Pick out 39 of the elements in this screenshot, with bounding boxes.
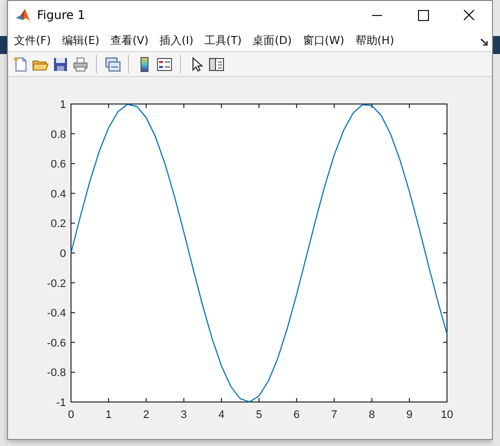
menu-item[interactable]: 帮助(H) xyxy=(355,32,394,48)
menu-item[interactable]: 工具(T) xyxy=(204,32,242,48)
y-tick-label: -0.6 xyxy=(47,337,66,350)
menu-item[interactable]: 查看(V) xyxy=(110,32,149,48)
menu-item[interactable]: 插入(I) xyxy=(160,32,194,48)
y-tick-label: -1 xyxy=(56,397,66,409)
menu-item[interactable]: 桌面(D) xyxy=(252,32,292,48)
app-logo-icon xyxy=(15,7,31,23)
y-tick-label: 0.4 xyxy=(50,188,66,200)
x-tick-label: 6 xyxy=(294,409,300,421)
property-panel-icon[interactable] xyxy=(208,56,225,72)
x-tick-label: 3 xyxy=(180,409,187,421)
x-tick-label: 2 xyxy=(143,409,150,421)
y-tick-label: 0.6 xyxy=(50,158,66,171)
dock-arrow-icon[interactable] xyxy=(480,38,488,46)
y-tick-label: 0.8 xyxy=(50,128,66,141)
menu-item[interactable]: 编辑(E) xyxy=(62,32,100,48)
x-tick-label: 10 xyxy=(440,409,454,421)
window-title: Figure 1 xyxy=(37,8,86,22)
x-tick-label: 8 xyxy=(368,409,375,421)
x-tick-label: 4 xyxy=(218,409,224,421)
menu-item[interactable]: 窗口(W) xyxy=(302,32,344,48)
y-tick-label: 0.2 xyxy=(50,218,66,230)
new-file-icon[interactable] xyxy=(12,56,29,72)
y-tick-label: 1 xyxy=(60,99,66,111)
x-tick-label: 9 xyxy=(406,409,412,421)
x-tick-label: 1 xyxy=(106,409,112,421)
y-tick-label: -0.2 xyxy=(47,278,66,290)
y-tick-label: 0 xyxy=(60,248,66,260)
menu-item[interactable]: 文件(F) xyxy=(14,32,51,48)
linked-windows-icon[interactable] xyxy=(104,56,121,72)
x-tick-label: 7 xyxy=(331,409,338,421)
x-tick-label: 0 xyxy=(68,409,74,421)
y-tick-label: -0.4 xyxy=(47,308,66,320)
save-icon[interactable] xyxy=(52,56,69,72)
printer-icon[interactable] xyxy=(72,56,89,72)
legend-icon[interactable] xyxy=(156,56,173,72)
x-tick-label: 5 xyxy=(256,409,262,421)
y-tick-label: -0.8 xyxy=(47,367,66,380)
